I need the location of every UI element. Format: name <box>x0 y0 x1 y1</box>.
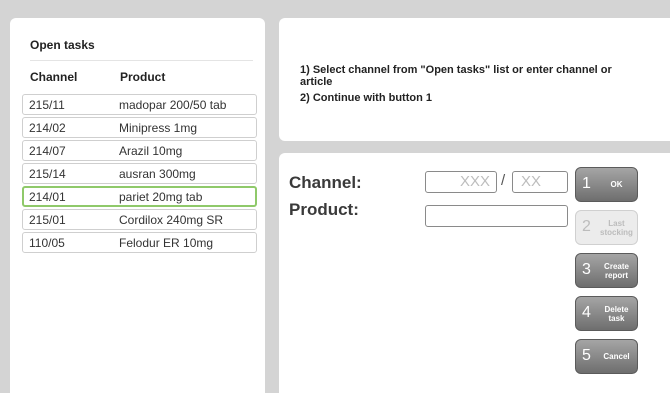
task-row[interactable]: 215/01 Cordilox 240mg SR <box>22 209 257 230</box>
delete-task-button[interactable]: 4 Delete task <box>575 296 638 331</box>
task-channel: 214/01 <box>29 190 66 204</box>
task-channel: 214/02 <box>29 121 66 135</box>
task-product: Cordilox 240mg SR <box>119 213 224 227</box>
open-tasks-panel: Open tasks Channel Product 215/11 madopa… <box>10 18 265 393</box>
task-channel: 214/07 <box>29 144 66 158</box>
task-row[interactable]: 215/11 madopar 200/50 tab <box>22 94 257 115</box>
channel-label: Channel: <box>289 173 362 192</box>
task-product: pariet 20mg tab <box>119 190 203 204</box>
button-number: 1 <box>582 175 591 192</box>
instruction-step-2: 2) Continue with button 1 <box>300 92 432 104</box>
product-label: Product: <box>289 200 359 219</box>
task-row[interactable]: 215/14 ausran 300mg <box>22 163 257 184</box>
task-channel: 215/01 <box>29 213 66 227</box>
button-label: Cancel <box>603 352 630 361</box>
column-header-product: Product <box>120 70 166 84</box>
title-divider <box>30 60 253 61</box>
task-product: Felodur ER 10mg <box>119 236 214 250</box>
create-report-button[interactable]: 3 Create report <box>575 253 638 288</box>
channel-part2-input[interactable]: XX <box>512 171 568 193</box>
button-label: Create report <box>604 261 629 280</box>
open-tasks-list: 215/11 madopar 200/50 tab 214/02 Minipre… <box>22 94 257 255</box>
task-channel: 110/05 <box>29 236 65 250</box>
button-label: Delete task <box>604 304 629 323</box>
task-product: madopar 200/50 tab <box>119 98 227 112</box>
entry-form-panel: Channel: Product: XXX / XX 1 OK 2 Last s… <box>279 153 670 393</box>
button-label: Last stocking <box>600 218 633 237</box>
task-row-selected[interactable]: 214/01 pariet 20mg tab <box>22 186 257 207</box>
ok-button[interactable]: 1 OK <box>575 167 638 202</box>
button-label: OK <box>610 180 623 189</box>
task-channel: 215/11 <box>29 98 65 112</box>
column-header-channel: Channel <box>30 70 78 84</box>
task-product: Minipress 1mg <box>119 121 198 135</box>
task-channel: 215/14 <box>29 167 66 181</box>
instruction-step-1: 1) Select channel from "Open tasks" list… <box>300 64 612 88</box>
task-product: ausran 300mg <box>119 167 196 181</box>
cancel-button[interactable]: 5 Cancel <box>575 339 638 374</box>
channel-separator: / <box>501 172 506 189</box>
channel-part1-input[interactable]: XXX <box>425 171 497 193</box>
task-row[interactable]: 110/05 Felodur ER 10mg <box>22 232 257 253</box>
last-stocking-button[interactable]: 2 Last stocking <box>575 210 638 245</box>
button-number: 3 <box>582 261 591 278</box>
task-product: Arazil 10mg <box>119 144 183 158</box>
button-number: 5 <box>582 347 591 364</box>
instructions-panel: 1) Select channel from "Open tasks" list… <box>279 18 670 141</box>
task-row[interactable]: 214/07 Arazil 10mg <box>22 140 257 161</box>
open-tasks-title: Open tasks <box>30 38 95 52</box>
button-number: 2 <box>582 218 591 235</box>
task-row[interactable]: 214/02 Minipress 1mg <box>22 117 257 138</box>
button-number: 4 <box>582 304 591 321</box>
product-input[interactable] <box>425 205 568 227</box>
